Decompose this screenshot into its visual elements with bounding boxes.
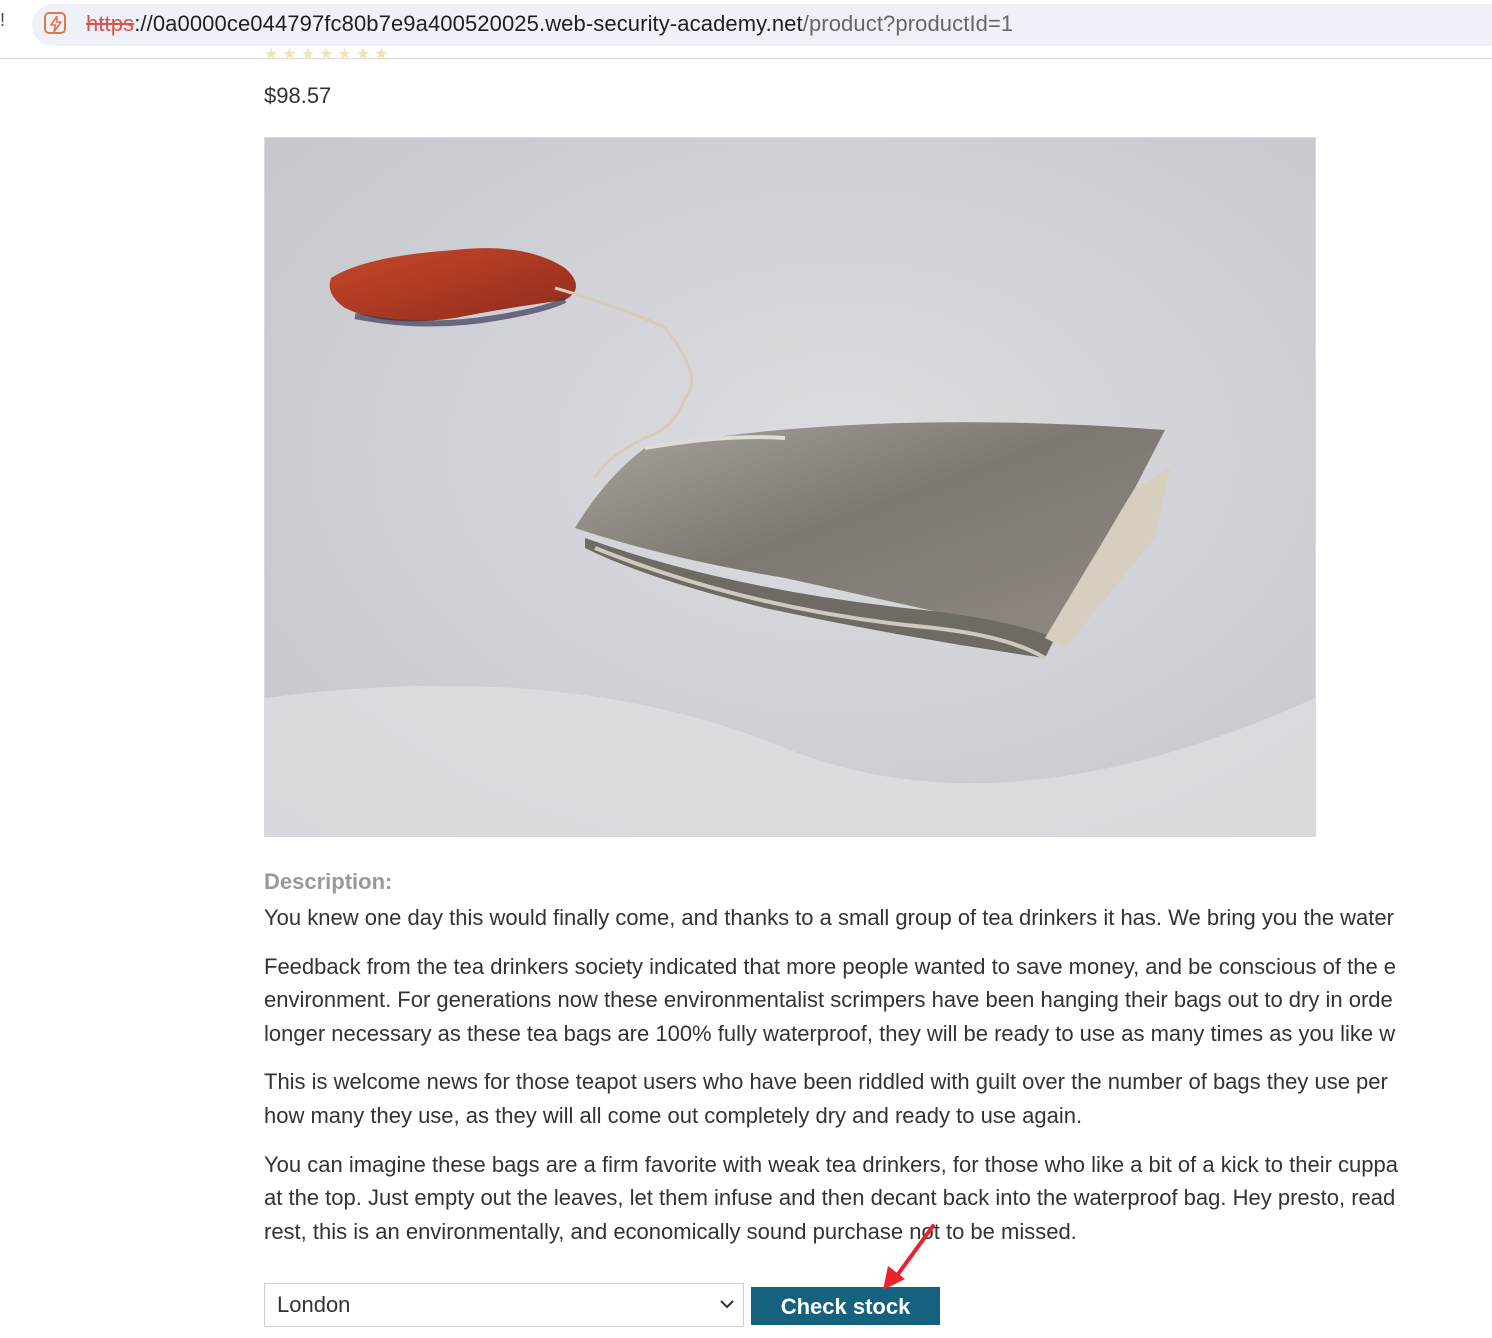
edge-mark: ! xyxy=(0,10,6,30)
url-host: ://0a0000ce044797fc80b7e9a400520025.web-… xyxy=(134,11,803,36)
description-paragraph: You can imagine these bags are a firm fa… xyxy=(264,1152,1398,1177)
site-lightning-icon[interactable] xyxy=(44,12,66,34)
chevron-down-icon xyxy=(720,1300,734,1309)
url-text[interactable]: https://0a0000ce044797fc80b7e9a400520025… xyxy=(86,11,1013,37)
description-title: Description: xyxy=(264,869,393,894)
description-paragraph: Feedback from the tea drinkers society i… xyxy=(264,954,1397,979)
product-price: $98.57 xyxy=(264,83,332,108)
description-paragraph: You knew one day this would finally come… xyxy=(264,905,1394,930)
description-paragraph: This is welcome news for those teapot us… xyxy=(264,1069,1388,1094)
description-paragraph: at the top. Just empty out the leaves, l… xyxy=(264,1185,1396,1210)
url-path: /product?productId=1 xyxy=(802,11,1014,36)
description-paragraph: rest, this is an environmentally, and ec… xyxy=(264,1219,1077,1244)
description-paragraph: how many they use, as they will all come… xyxy=(264,1103,1083,1128)
product-image xyxy=(264,137,1316,837)
store-select-value: London xyxy=(277,1292,351,1317)
check-stock-button[interactable]: Check stock xyxy=(751,1287,940,1325)
product-rating: ★★★★★★★ xyxy=(264,46,393,63)
browser-toolbar: ! https://0a0000ce044797fc80b7e9a4005200… xyxy=(0,0,1492,59)
store-select[interactable]: London xyxy=(264,1283,744,1327)
description-paragraph: environment. For generations now these e… xyxy=(264,987,1393,1012)
description-paragraph: longer necessary as these tea bags are 1… xyxy=(264,1021,1396,1046)
url-scheme: https xyxy=(86,11,135,36)
tea-bag-photo-icon xyxy=(265,138,1315,836)
